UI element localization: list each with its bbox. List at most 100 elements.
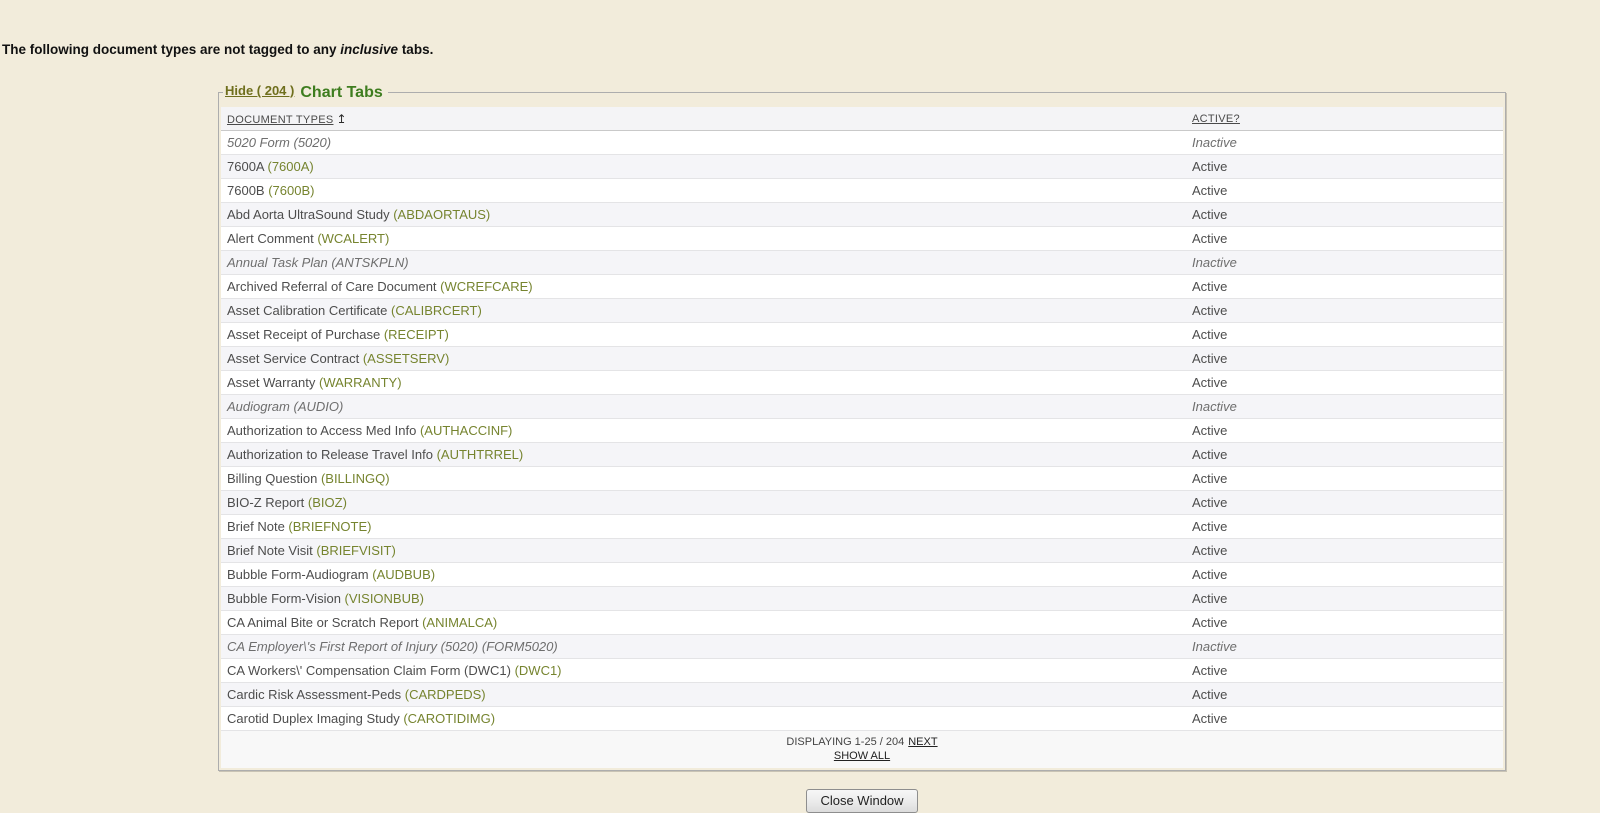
document-type-cell: Asset Receipt of Purchase (RECEIPT)	[221, 323, 1186, 347]
document-type-code: (FORM5020)	[478, 639, 557, 654]
document-type-code: (AUTHTRREL)	[433, 447, 523, 462]
table-row: Brief Note Visit (BRIEFVISIT) Active	[221, 539, 1503, 563]
sort-ascending-icon: ↥	[336, 112, 346, 126]
intro-emphasis: inclusive	[340, 42, 398, 57]
status-cell: Active	[1186, 443, 1503, 467]
chart-tabs-panel: Hide ( 204 ) Chart Tabs DOCUMENT TYPES↥ A…	[218, 83, 1506, 771]
document-type-cell: Cardic Risk Assessment-Peds (CARDPEDS)	[221, 683, 1186, 707]
document-type-cell: CA Employer\'s First Report of Injury (5…	[221, 635, 1186, 659]
document-type-cell: Audiogram (AUDIO)	[221, 395, 1186, 419]
panel-title: Chart Tabs	[300, 84, 382, 101]
document-type-name: Asset Warranty	[227, 375, 315, 390]
document-type-name: Archived Referral of Care Document	[227, 279, 437, 294]
status-cell: Active	[1186, 299, 1503, 323]
document-type-cell: Asset Service Contract (ASSETSERV)	[221, 347, 1186, 371]
document-type-name: Brief Note Visit	[227, 543, 313, 558]
next-link[interactable]: NEXT	[908, 736, 937, 748]
document-type-name: Bubble Form-Vision	[227, 591, 341, 606]
status-cell: Active	[1186, 467, 1503, 491]
document-type-name: Carotid Duplex Imaging Study	[227, 711, 400, 726]
intro-suffix: tabs.	[398, 42, 433, 57]
table-row: BIO-Z Report (BIOZ) Active	[221, 491, 1503, 515]
status-cell: Active	[1186, 419, 1503, 443]
status-cell: Inactive	[1186, 251, 1503, 275]
displaying-text: DISPLAYING 1-25 / 204	[786, 736, 904, 748]
document-type-name: Cardic Risk Assessment-Peds	[227, 687, 401, 702]
document-type-name: Audiogram	[227, 399, 290, 414]
document-type-name: Annual Task Plan	[227, 255, 328, 270]
status-cell: Active	[1186, 707, 1503, 731]
table-row: Asset Service Contract (ASSETSERV) Activ…	[221, 347, 1503, 371]
document-type-name: CA Employer\'s First Report of Injury (5…	[227, 639, 478, 654]
show-all-link[interactable]: SHOW ALL	[834, 750, 890, 762]
document-type-cell: CA Workers\' Compensation Claim Form (DW…	[221, 659, 1186, 683]
status-cell: Active	[1186, 539, 1503, 563]
document-type-code: (BRIEFVISIT)	[313, 543, 396, 558]
document-type-code: (WARRANTY)	[315, 375, 401, 390]
document-type-cell: 7600B (7600B)	[221, 179, 1186, 203]
status-cell: Active	[1186, 491, 1503, 515]
status-cell: Active	[1186, 347, 1503, 371]
table-header-row: DOCUMENT TYPES↥ ACTIVE?	[221, 107, 1503, 131]
document-type-code: (ABDAORTAUS)	[390, 207, 491, 222]
document-type-cell: Bubble Form-Vision (VISIONBUB)	[221, 587, 1186, 611]
pagination-line: DISPLAYING 1-25 / 204 NEXT	[221, 735, 1503, 749]
table-row: 7600B (7600B) Active	[221, 179, 1503, 203]
table-row: Authorization to Access Med Info (AUTHAC…	[221, 419, 1503, 443]
document-type-code: (CALIBRCERT)	[387, 303, 481, 318]
status-cell: Active	[1186, 587, 1503, 611]
document-type-name: Asset Service Contract	[227, 351, 359, 366]
close-window-button[interactable]: Close Window	[806, 789, 917, 813]
document-type-name: 5020 Form	[227, 135, 290, 150]
document-type-code: (ANIMALCA)	[418, 615, 497, 630]
status-cell: Active	[1186, 683, 1503, 707]
document-type-code: (ANTSKPLN)	[328, 255, 409, 270]
table-row: Abd Aorta UltraSound Study (ABDAORTAUS) …	[221, 203, 1503, 227]
table-row: 5020 Form (5020) Inactive	[221, 131, 1503, 155]
document-type-name: Asset Calibration Certificate	[227, 303, 387, 318]
table-row: Annual Task Plan (ANTSKPLN) Inactive	[221, 251, 1503, 275]
status-cell: Active	[1186, 515, 1503, 539]
table-row: Archived Referral of Care Document (WCRE…	[221, 275, 1503, 299]
document-type-cell: BIO-Z Report (BIOZ)	[221, 491, 1186, 515]
table-row: Bubble Form-Vision (VISIONBUB) Active	[221, 587, 1503, 611]
document-type-name: 7600A	[227, 159, 264, 174]
status-cell: Active	[1186, 323, 1503, 347]
document-type-name: CA Animal Bite or Scratch Report	[227, 615, 418, 630]
table-row: Asset Warranty (WARRANTY) Active	[221, 371, 1503, 395]
column-header-document-types: DOCUMENT TYPES↥	[221, 107, 1186, 131]
document-type-name: Authorization to Access Med Info	[227, 423, 416, 438]
document-type-code: (CARDPEDS)	[401, 687, 486, 702]
document-type-cell: Authorization to Release Travel Info (AU…	[221, 443, 1186, 467]
status-cell: Inactive	[1186, 395, 1503, 419]
pagination-row: DISPLAYING 1-25 / 204 NEXT SHOW ALL	[221, 731, 1503, 769]
table-row: 7600A (7600A) Active	[221, 155, 1503, 179]
document-type-name: Alert Comment	[227, 231, 314, 246]
table-row: Carotid Duplex Imaging Study (CAROTIDIMG…	[221, 707, 1503, 731]
table-row: CA Workers\' Compensation Claim Form (DW…	[221, 659, 1503, 683]
intro-prefix: The following document types are not tag…	[2, 42, 340, 57]
status-cell: Active	[1186, 179, 1503, 203]
document-type-code: (ASSETSERV)	[359, 351, 449, 366]
table-row: Authorization to Release Travel Info (AU…	[221, 443, 1503, 467]
document-type-code: (AUDBUB)	[369, 567, 435, 582]
status-cell: Active	[1186, 203, 1503, 227]
intro-text: The following document types are not tag…	[2, 42, 1600, 57]
table-row: Asset Calibration Certificate (CALIBRCER…	[221, 299, 1503, 323]
document-type-cell: Brief Note (BRIEFNOTE)	[221, 515, 1186, 539]
table-row: Alert Comment (WCALERT) Active	[221, 227, 1503, 251]
table-row: Asset Receipt of Purchase (RECEIPT) Acti…	[221, 323, 1503, 347]
document-type-code: (VISIONBUB)	[341, 591, 424, 606]
active-sort-link[interactable]: ACTIVE?	[1192, 113, 1240, 125]
table-row: Billing Question (BILLINGQ) Active	[221, 467, 1503, 491]
hide-link[interactable]: Hide ( 204 )	[225, 83, 294, 98]
table-row: Brief Note (BRIEFNOTE) Active	[221, 515, 1503, 539]
status-cell: Active	[1186, 371, 1503, 395]
document-type-code: (AUTHACCINF)	[416, 423, 512, 438]
document-type-cell: Alert Comment (WCALERT)	[221, 227, 1186, 251]
panel-legend: Hide ( 204 ) Chart Tabs	[223, 83, 388, 102]
button-bar: Close Window	[218, 789, 1506, 813]
document-type-code: (7600B)	[265, 183, 315, 198]
document-types-sort-link[interactable]: DOCUMENT TYPES	[227, 114, 333, 126]
document-type-code: (DWC1)	[511, 663, 562, 678]
